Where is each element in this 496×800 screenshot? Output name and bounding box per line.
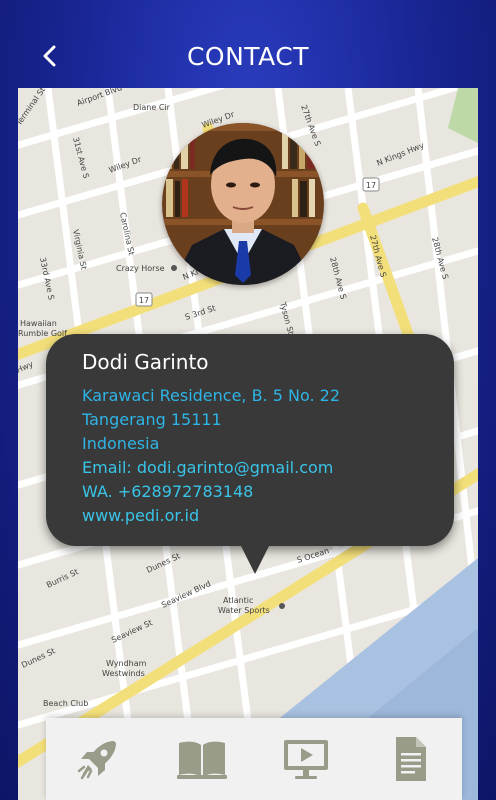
page-title: CONTACT xyxy=(186,42,310,71)
svg-text:Crazy Horse: Crazy Horse xyxy=(116,264,165,273)
book-icon xyxy=(177,741,227,779)
svg-text:Rumble Golf: Rumble Golf xyxy=(18,329,67,338)
contact-avatar xyxy=(162,123,324,285)
book-button[interactable] xyxy=(172,729,232,789)
bottom-toolbar xyxy=(46,718,462,800)
address-line-2: Tangerang 15111 xyxy=(82,410,222,429)
svg-text:Beach Club: Beach Club xyxy=(43,699,88,708)
document-button[interactable] xyxy=(380,729,440,789)
svg-text:Water Sports: Water Sports xyxy=(218,606,270,615)
svg-text:Westwinds: Westwinds xyxy=(102,669,145,678)
person-photo-icon xyxy=(162,123,324,285)
document-icon xyxy=(396,737,426,781)
contact-info-card: Dodi Garinto Karawaci Residence, B. 5 No… xyxy=(46,334,454,546)
rocket-icon xyxy=(77,741,116,780)
bubble-pointer xyxy=(240,544,270,574)
app-header: CONTACT xyxy=(0,0,496,88)
email-link[interactable]: Email: dodi.garinto@gmail.com xyxy=(82,458,333,477)
svg-text:Atlantic: Atlantic xyxy=(223,596,253,605)
country: Indonesia xyxy=(82,434,160,453)
address-line-1: Karawaci Residence, B. 5 No. 22 xyxy=(82,386,341,405)
contact-name: Dodi Garinto xyxy=(82,350,209,374)
svg-text:Diane Cir: Diane Cir xyxy=(133,103,171,112)
video-button[interactable] xyxy=(276,729,336,789)
svg-text:17: 17 xyxy=(139,296,149,305)
video-player-icon xyxy=(284,740,328,779)
rocket-button[interactable] xyxy=(68,729,128,789)
whatsapp-link[interactable]: WA. +628972783148 xyxy=(82,482,253,501)
website-link[interactable]: www.pedi.or.id xyxy=(82,506,199,525)
svg-text:Hawaiian: Hawaiian xyxy=(20,319,57,328)
svg-text:Wyndham: Wyndham xyxy=(106,659,147,668)
svg-text:17: 17 xyxy=(366,181,376,190)
